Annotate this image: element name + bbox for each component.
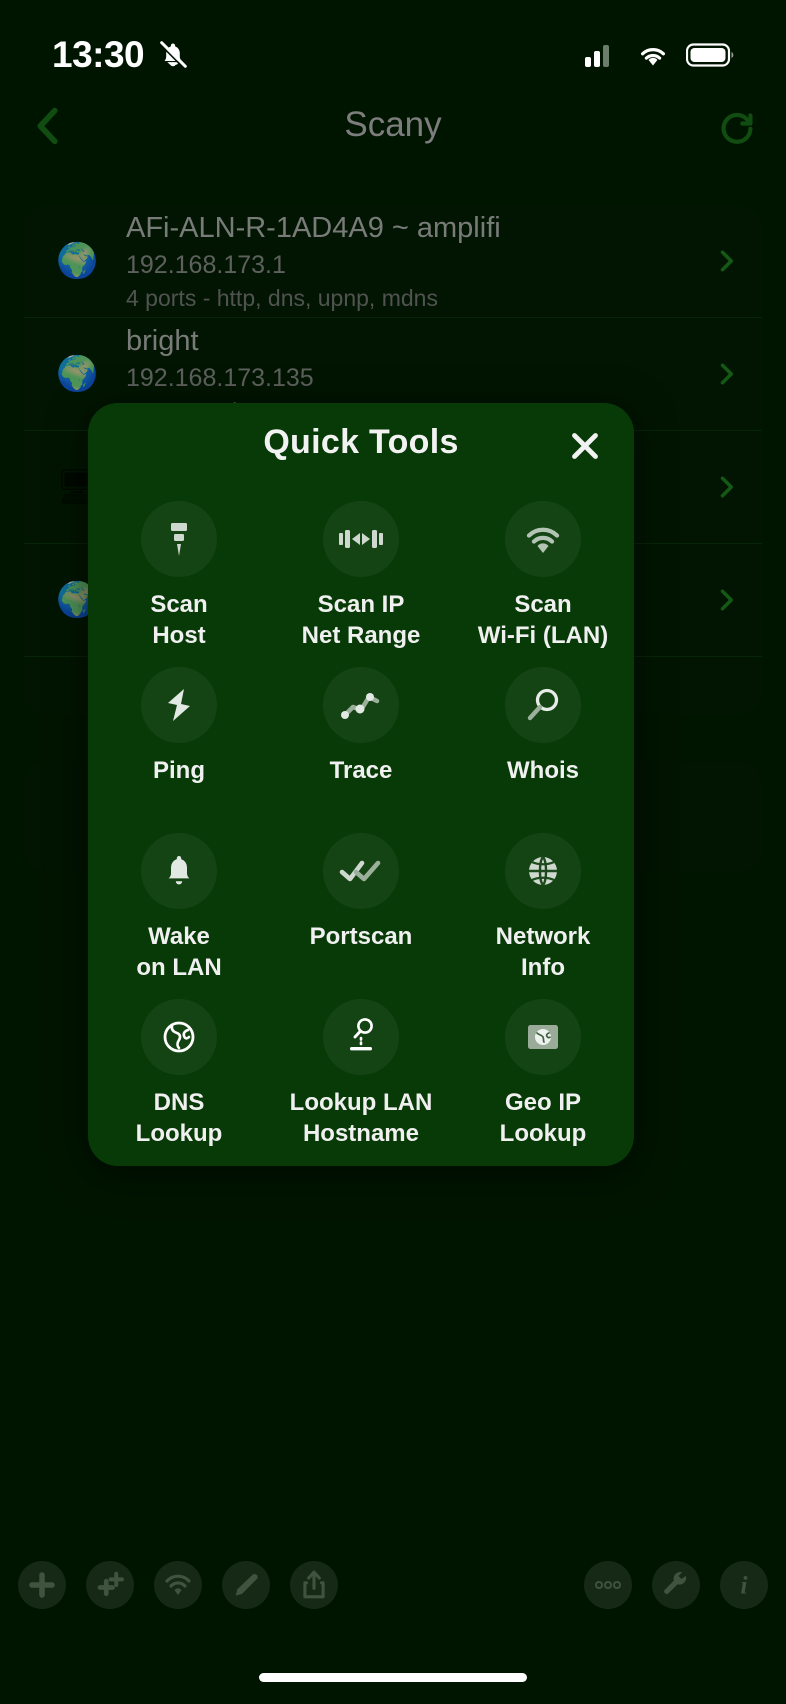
ping-bolt-icon bbox=[141, 667, 217, 743]
host-ip: 192.168.173.135 bbox=[126, 363, 314, 392]
quick-tools-grid: Scan Host Scan IP Net Range Scan Wi-Fi (… bbox=[88, 501, 634, 1165]
tool-scan-wifi-lan[interactable]: Scan Wi-Fi (LAN) bbox=[452, 501, 634, 667]
cellular-signal-icon bbox=[584, 42, 620, 68]
host-name: AFi-ALN-R-1AD4A9 ~ amplifi bbox=[126, 211, 501, 244]
app-screen: 13:30 Scany 🌍 AFi-ALN-R-1AD4A9 ~ amplifi… bbox=[0, 0, 786, 1704]
edit-button[interactable] bbox=[222, 1561, 270, 1609]
chevron-right-icon bbox=[712, 352, 740, 396]
chevron-right-icon bbox=[712, 239, 740, 283]
wifi-icon bbox=[635, 42, 671, 68]
tool-lookup-lan-hostname[interactable]: Lookup LAN Hostname bbox=[270, 999, 452, 1165]
hostname-lookup-icon bbox=[323, 999, 399, 1075]
close-icon bbox=[572, 433, 598, 459]
tool-portscan[interactable]: Portscan bbox=[270, 833, 452, 999]
pencil-icon bbox=[235, 1573, 258, 1596]
tool-dns-lookup[interactable]: DNS Lookup bbox=[88, 999, 270, 1165]
share-button[interactable] bbox=[290, 1561, 338, 1609]
chevron-right-icon bbox=[712, 578, 740, 622]
ellipsis-icon bbox=[594, 1580, 622, 1590]
add-multi-button[interactable] bbox=[86, 1561, 134, 1609]
tool-label: Portscan bbox=[309, 923, 413, 950]
globe-emoji-icon: 🌍 bbox=[56, 355, 99, 393]
toolbar-right-group: i bbox=[584, 1561, 786, 1609]
tool-network-info[interactable]: Network Info bbox=[452, 833, 634, 999]
battery-icon bbox=[686, 42, 734, 68]
quick-tools-dialog: Quick Tools Scan Host Scan IP Net Range … bbox=[88, 403, 634, 1166]
tool-trace[interactable]: Trace bbox=[270, 667, 452, 833]
info-button[interactable]: i bbox=[720, 1561, 768, 1609]
dialog-title: Quick Tools bbox=[263, 423, 459, 461]
tool-scan-ip-net-range[interactable]: Scan IP Net Range bbox=[270, 501, 452, 667]
tool-wake-on-lan[interactable]: Wake on LAN bbox=[88, 833, 270, 999]
status-bar-left: 13:30 bbox=[52, 34, 190, 76]
tool-scan-host[interactable]: Scan Host bbox=[88, 501, 270, 667]
tool-label: Trace bbox=[329, 757, 393, 784]
close-button[interactable] bbox=[558, 419, 612, 473]
navigation-bar: Scany bbox=[0, 95, 786, 170]
tool-label: Ping bbox=[153, 757, 205, 784]
status-time: 13:30 bbox=[52, 34, 145, 75]
magnifier-icon bbox=[505, 667, 581, 743]
table-row[interactable]: 🌍 AFi-ALN-R-1AD4A9 ~ amplifi 192.168.173… bbox=[24, 205, 762, 318]
double-check-icon bbox=[323, 833, 399, 909]
bottom-toolbar: i bbox=[0, 1550, 786, 1620]
trace-route-icon bbox=[323, 667, 399, 743]
ip-range-icon bbox=[323, 501, 399, 577]
refresh-button[interactable] bbox=[714, 103, 760, 149]
tool-label: Whois bbox=[507, 757, 579, 784]
plus-icon bbox=[29, 1572, 55, 1598]
host-ip: 192.168.173.1 bbox=[126, 250, 286, 279]
scan-host-icon bbox=[141, 501, 217, 577]
tool-label: Scan IP Net Range bbox=[301, 591, 421, 649]
bell-slash-icon bbox=[156, 38, 190, 72]
globe-outline-icon bbox=[141, 999, 217, 1075]
wifi-icon bbox=[505, 501, 581, 577]
geo-ip-icon bbox=[505, 999, 581, 1075]
tool-whois[interactable]: Whois bbox=[452, 667, 634, 833]
tool-label: Network Info bbox=[495, 923, 591, 981]
status-bar: 13:30 bbox=[0, 0, 786, 110]
tool-label: Scan Host bbox=[150, 591, 208, 649]
page-title: Scany bbox=[344, 105, 442, 144]
plus-plus-icon bbox=[97, 1571, 124, 1597]
host-ports: 4 ports - http, dns, upnp, mdns bbox=[126, 284, 438, 311]
wifi-icon bbox=[165, 1574, 191, 1595]
tool-label: Scan Wi-Fi (LAN) bbox=[477, 591, 609, 649]
network-globe-icon bbox=[505, 833, 581, 909]
add-host-button[interactable] bbox=[18, 1561, 66, 1609]
status-bar-right bbox=[584, 42, 734, 68]
bell-icon bbox=[141, 833, 217, 909]
home-indicator bbox=[259, 1673, 527, 1682]
share-icon bbox=[303, 1570, 325, 1599]
more-button[interactable] bbox=[584, 1561, 632, 1609]
globe-emoji-icon: 🌍 bbox=[56, 242, 99, 280]
tools-button[interactable] bbox=[652, 1561, 700, 1609]
chevron-right-icon bbox=[712, 465, 740, 509]
host-name: bright bbox=[126, 324, 199, 357]
tool-ping[interactable]: Ping bbox=[88, 667, 270, 833]
info-icon: i bbox=[740, 1571, 748, 1600]
tool-label: Wake on LAN bbox=[136, 923, 222, 981]
wrench-icon bbox=[664, 1572, 687, 1595]
tool-label: DNS Lookup bbox=[135, 1089, 223, 1147]
toolbar-left-group bbox=[0, 1561, 338, 1609]
host-info: AFi-ALN-R-1AD4A9 ~ amplifi 192.168.173.1… bbox=[100, 209, 712, 314]
tool-label: Lookup LAN Hostname bbox=[289, 1089, 433, 1147]
tool-geo-ip-lookup[interactable]: Geo IP Lookup bbox=[452, 999, 634, 1165]
wifi-scan-button[interactable] bbox=[154, 1561, 202, 1609]
svg-text:i: i bbox=[740, 1571, 748, 1600]
tool-label: Geo IP Lookup bbox=[499, 1089, 587, 1147]
